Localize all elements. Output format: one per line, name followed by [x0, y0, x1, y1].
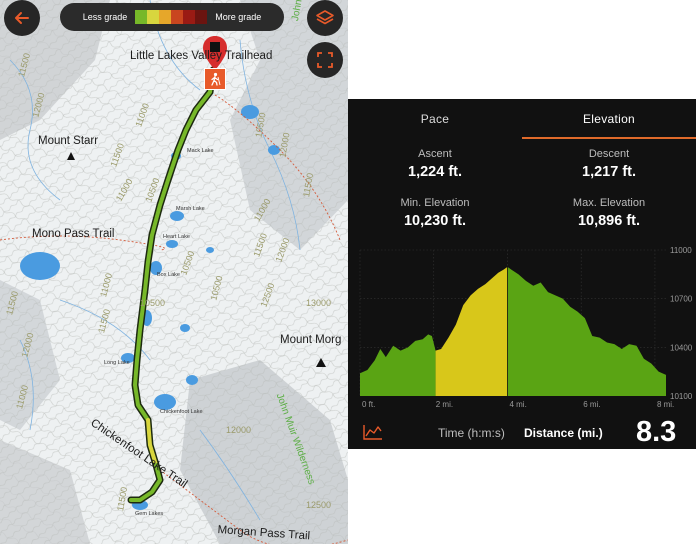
y-tick-label: 10400 [670, 343, 693, 352]
grade-swatch [195, 10, 208, 24]
mount-morgan-label: Mount Morg [280, 334, 342, 346]
contour-label: 10500 [140, 298, 166, 308]
max-elevation-label: Max. Elevation [572, 197, 646, 209]
mono-pass-trail-label: Mono Pass Trail [32, 228, 115, 240]
min-elevation-value: 10,230 ft. [403, 213, 467, 229]
trailhead-label: Little Lakes Valley Trailhead [130, 50, 273, 62]
lake-label-gem: Gem Lakes [135, 511, 164, 517]
less-grade-label: Less grade [82, 12, 128, 22]
descent-stat: Descent 1,217 ft. [522, 148, 696, 180]
x-tick-label: 0 ft. [362, 400, 375, 409]
more-grade-label: More grade [215, 12, 262, 22]
descent-label: Descent [588, 148, 630, 160]
elevation-area-highlight [435, 266, 508, 396]
elevation-chart[interactable]: 110001070010400101000 ft. 2 mi. 4 mi. 6 mi.… [348, 244, 696, 416]
distance-axis-option[interactable]: Distance (mi.) [524, 426, 603, 440]
back-arrow-icon [15, 12, 29, 24]
lake-label-marsh: Marsh Lake [176, 206, 205, 212]
trail-map[interactable]: Little Lakes Valley Trailhead Mount Star… [0, 0, 348, 544]
lake-label-long: Long Lake [104, 360, 130, 366]
hiker-icon[interactable] [204, 68, 226, 90]
contour-label: 12500 [306, 500, 332, 510]
active-tab-indicator [522, 137, 696, 139]
x-tick-label: 8 mi. [657, 400, 674, 409]
grade-swatch [159, 10, 172, 24]
grade-swatches [135, 10, 208, 24]
grade-legend: Less grade More grade [60, 3, 284, 31]
tab-pace[interactable]: Pace [348, 99, 522, 139]
x-tick-label: 6 mi. [583, 400, 600, 409]
elevation-area-segment [360, 334, 436, 396]
fullscreen-icon [317, 52, 333, 68]
contour-label: 12000 [226, 425, 252, 435]
lake-label-heart: Heart Lake [163, 234, 190, 240]
grade-swatch [183, 10, 196, 24]
fullscreen-button[interactable] [307, 42, 343, 78]
x-tick-label: 2 mi. [436, 400, 453, 409]
min-elevation-stat: Min. Elevation 10,230 ft. [348, 197, 522, 229]
stats-panel: Pace Elevation Ascent 1,224 ft. Descent … [348, 99, 696, 449]
back-button[interactable] [4, 0, 40, 36]
max-elevation-value: 10,896 ft. [577, 213, 641, 229]
ascent-label: Ascent [418, 148, 452, 160]
max-elevation-stat: Max. Elevation 10,896 ft. [522, 197, 696, 229]
grade-swatch [135, 10, 148, 24]
grade-swatch [147, 10, 160, 24]
hiker-glyph-icon [211, 72, 221, 86]
contour-label: 13000 [306, 298, 332, 308]
x-tick-label: 4 mi. [509, 400, 526, 409]
y-tick-label: 11000 [670, 246, 692, 255]
distance-value: 8.3 [636, 416, 677, 448]
ascent-value: 1,224 ft. [408, 164, 462, 180]
layers-icon [316, 10, 334, 25]
grade-swatch [171, 10, 184, 24]
time-axis-option[interactable]: Time (h:m:s) [438, 426, 505, 440]
tab-elevation[interactable]: Elevation [522, 99, 696, 139]
layers-button[interactable] [307, 0, 343, 36]
mount-starr-label: Mount Starr [38, 135, 99, 147]
lake-label-chickenfoot: Chickenfoot Lake [160, 409, 203, 415]
y-tick-label: 10700 [670, 295, 693, 304]
descent-value: 1,217 ft. [582, 164, 636, 180]
lake-label-mack: Mack Lake [187, 148, 214, 154]
min-elevation-label: Min. Elevation [400, 197, 470, 209]
chart-line-icon[interactable] [362, 423, 384, 441]
ascent-stat: Ascent 1,224 ft. [348, 148, 522, 180]
lake-label-box: Box Lake [157, 272, 180, 278]
elevation-area-segment [507, 266, 666, 396]
chart-footer: Time (h:m:s) Distance (mi.) 8.3 [348, 416, 696, 449]
